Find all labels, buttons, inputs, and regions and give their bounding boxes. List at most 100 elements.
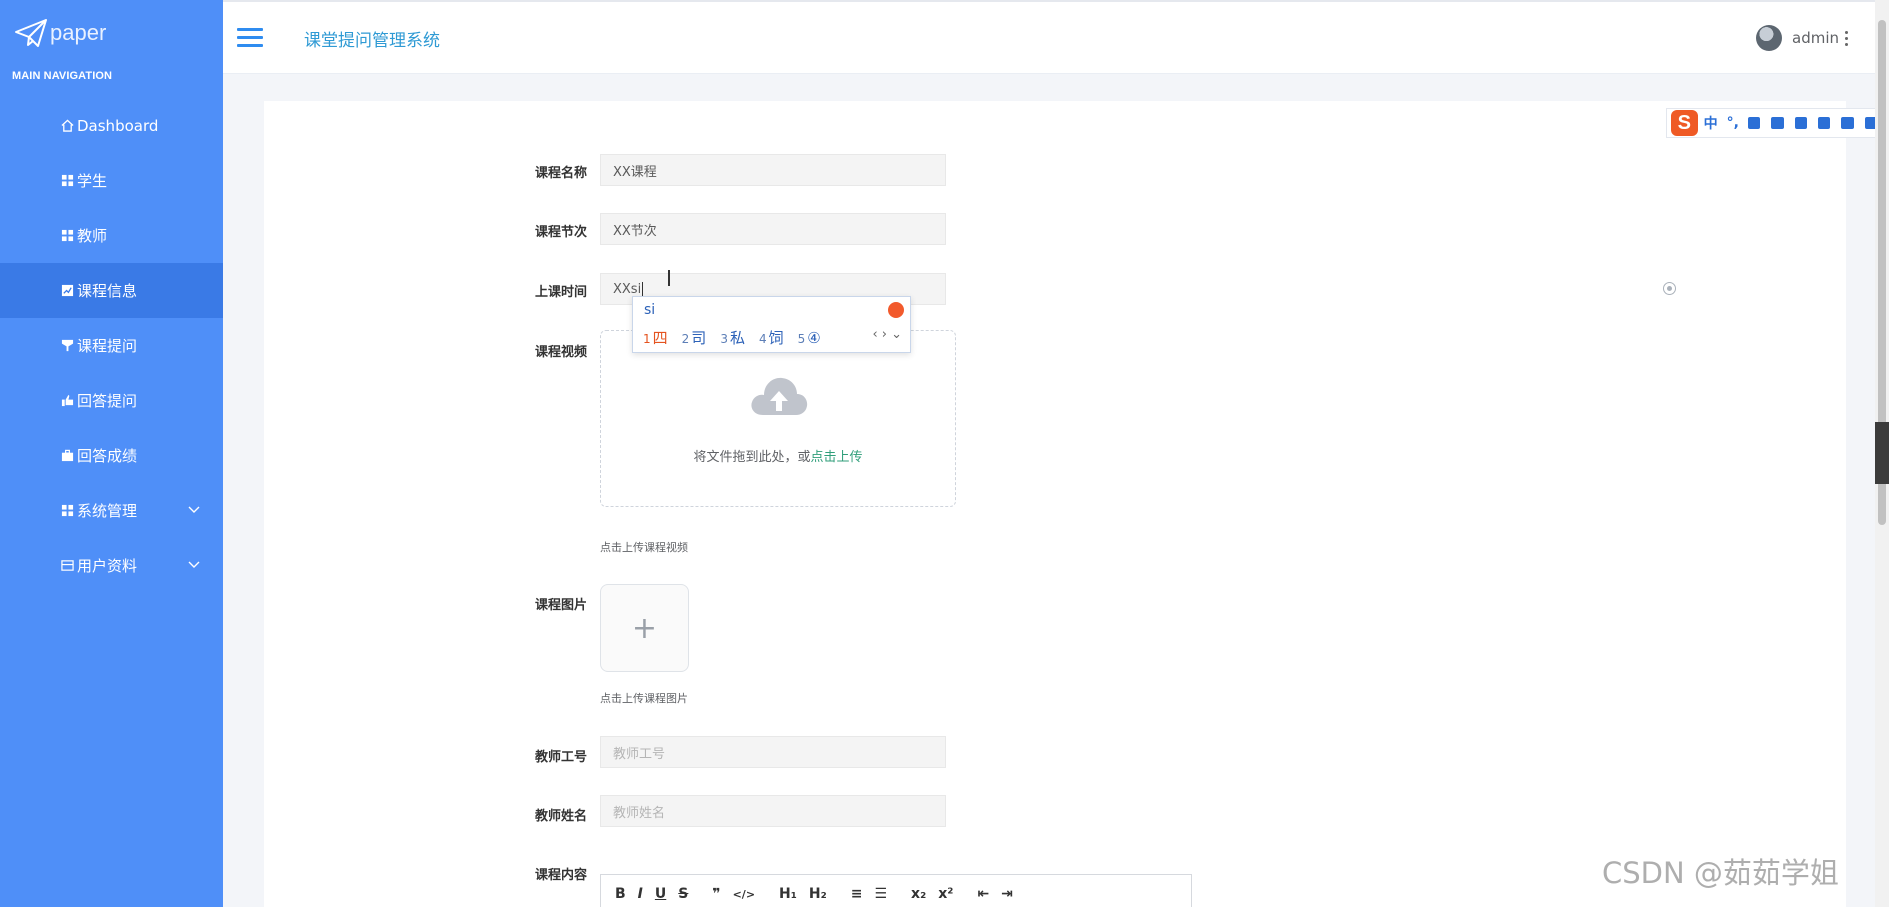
course-name-input[interactable]: XX课程 [600,154,946,186]
ime-candidate[interactable]: 2司 [682,327,707,348]
course-name-label: 课程名称 [535,166,588,181]
apps-icon[interactable] [1841,117,1854,129]
course-image-label: 课程图片 [535,598,588,613]
quote-button[interactable]: ❞ [712,886,720,902]
sidebar-item-label: 课程提问 [77,337,138,355]
outdent-button[interactable]: ⇤ [977,886,989,902]
ime-page-nav-icon[interactable]: ‹ › ⌄ [872,327,902,342]
user-menu[interactable]: admin [1756,25,1839,51]
teacher-name-input[interactable]: 教师姓名 [600,795,946,827]
video-upload-tip: 点击上传课程视频 [600,541,688,554]
rich-text-toolbar: B I U S ❞ </> H₁ H₂ ≡ ☰ x₂ x² ⇤ ⇥ [600,874,1192,907]
italic-button[interactable]: I [638,886,643,902]
subscript-button[interactable]: x₂ [911,886,926,902]
microphone-icon[interactable] [1747,117,1761,129]
strike-button[interactable]: S [678,886,688,902]
sidebar-item-students[interactable]: 学生 [0,153,223,208]
hand-icon [60,394,74,408]
superscript-button[interactable]: x² [938,886,953,902]
chevron-down-icon [188,561,200,568]
class-time-value: XXsi [613,281,642,297]
sidebar-item-label: 回答成绩 [77,447,138,465]
ime-candidate[interactable]: 1四 [643,327,668,348]
side-panel-tab[interactable] [1875,422,1889,484]
upload-hint: 将文件拖到此处，或点击上传 [601,446,955,465]
code-button[interactable]: </> [733,888,755,901]
system-title: 课堂提问管理系统 [304,31,440,51]
bold-button[interactable]: B [615,886,626,902]
punctuation-icon[interactable]: °, [1727,115,1739,131]
skin-icon[interactable] [1794,117,1807,129]
logo-text: paper [50,20,107,45]
nav-heading: MAIN NAVIGATION [12,70,113,82]
sidebar-item-label: 学生 [77,172,108,190]
class-time-label: 上课时间 [535,285,588,300]
game-icon[interactable] [1817,117,1831,129]
course-video-label: 课程视频 [535,345,588,360]
ime-candidate[interactable]: 3私 [720,327,745,348]
chevron-down-icon [188,506,200,513]
grid-icon [60,174,74,188]
sidebar-item-system-management[interactable]: 系统管理 [0,483,223,538]
ime-candidate[interactable]: 5④ [798,329,821,347]
course-name-value: XX课程 [613,164,657,180]
keyboard-icon[interactable] [1771,117,1784,129]
chart-icon [60,284,74,298]
sidebar-item-answer-questions[interactable]: 回答提问 [0,373,223,428]
logo[interactable]: paper [14,16,106,50]
teacher-id-input[interactable]: 教师工号 [600,736,946,768]
ime-candidate[interactable]: 4饲 [759,327,784,348]
sidebar-item-label: 用户资料 [77,557,138,575]
indent-button[interactable]: ⇥ [1001,886,1013,902]
home-icon [60,119,74,133]
h1-button[interactable]: H₁ [779,886,797,902]
ime-mode-toggle[interactable]: 中 [1704,113,1718,133]
underline-button[interactable]: U [655,886,666,902]
course-section-input[interactable]: XX节次 [600,213,946,245]
teacher-id-label: 教师工号 [535,750,588,765]
sidebar-item-user-profile[interactable]: 用户资料 [0,538,223,593]
ime-toolbar: S 中 °, [1666,108,1889,138]
sidebar-item-label: 课程信息 [77,282,138,300]
ime-composition: si [644,302,656,318]
sidebar-item-label: Dashboard [77,116,159,135]
sidebar-item-teachers[interactable]: 教师 [0,208,223,263]
sidebar-item-label: 教师 [77,227,108,245]
ordered-list-button[interactable]: ≡ [851,886,863,902]
sidebar-item-course-info[interactable]: 课程信息 [0,263,243,318]
sogou-logo-icon[interactable]: S [1671,110,1698,136]
image-upload-button[interactable]: + [600,584,689,672]
filter-icon [60,339,74,353]
clear-icon[interactable] [1663,282,1676,295]
top-bar: 课堂提问管理系统 admin [223,0,1889,74]
card-icon [60,559,74,573]
more-vertical-icon[interactable] [1845,31,1849,47]
course-section-label: 课程节次 [535,225,588,240]
sidebar-item-course-questions[interactable]: 课程提问 [0,318,223,373]
cloud-upload-icon [751,377,808,415]
briefcase-icon [60,449,74,463]
paper-plane-icon [15,19,47,47]
menu-toggle-icon[interactable] [237,28,263,48]
ime-candidate-popup: si 1四 2司 3私 4饲 5④ ‹ › ⌄ [632,296,911,353]
video-upload-dropzone[interactable]: 将文件拖到此处，或点击上传 [600,330,956,507]
sidebar-item-answer-scores[interactable]: 回答成绩 [0,428,223,483]
avatar[interactable] [1756,25,1782,51]
teacher-id-placeholder: 教师工号 [613,746,666,762]
text-caret [642,281,644,297]
form-card [264,101,1846,907]
user-name: admin [1792,29,1839,47]
upload-link[interactable]: 点击上传 [811,450,863,465]
h2-button[interactable]: H₂ [809,886,827,902]
bullet-list-button[interactable]: ☰ [874,886,887,902]
grid-icon [60,229,74,243]
ime-logo-icon [888,302,904,318]
sidebar: paper MAIN NAVIGATION Dashboard 学生 教师 课程… [0,0,243,907]
sidebar-item-label: 系统管理 [77,502,138,520]
sidebar-item-label: 回答提问 [77,392,138,410]
sidebar-nav: Dashboard 学生 教师 课程信息 课程提问 回答提问 回答成绩 系统管理… [0,98,243,593]
watermark: CSDN @茹茹学姐 [1602,856,1839,890]
image-upload-tip: 点击上传课程图片 [600,692,688,705]
sidebar-item-dashboard[interactable]: Dashboard [0,98,223,153]
teacher-name-placeholder: 教师姓名 [613,805,666,821]
